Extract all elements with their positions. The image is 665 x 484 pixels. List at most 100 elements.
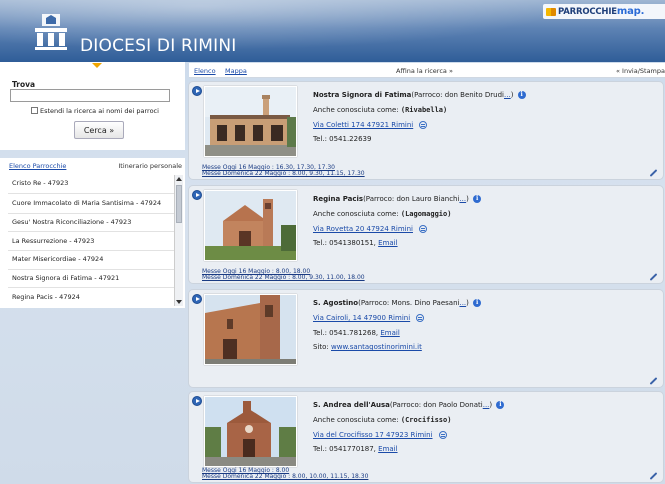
tab-personal-itinerary[interactable]: Itinerario personale [118, 162, 182, 170]
church-image-s-agostino [205, 295, 296, 364]
phone: Tel.: 0541770187, [313, 445, 379, 454]
list-item[interactable]: Nostra Signora di Fatima - 47921 [8, 270, 174, 289]
edit-pencil-icon[interactable] [649, 377, 658, 385]
parish-priest: (Parroco: don Paolo Donati [389, 401, 483, 409]
edit-pencil-icon[interactable] [649, 169, 658, 177]
church-photo[interactable] [204, 86, 297, 157]
mass-times: Messe Oggi 16 Maggio : 8.00, 18.00 Messe… [202, 268, 365, 282]
expand-play-icon[interactable] [192, 190, 202, 200]
tab-parish-list[interactable]: Elenco Parrocchie [9, 162, 66, 170]
list-scrollbar[interactable] [174, 175, 183, 306]
church-photo[interactable] [204, 396, 297, 467]
email-link[interactable]: Email [378, 445, 397, 453]
site-title[interactable]: DIOCESI DI RIMINI [80, 36, 236, 56]
parish-name[interactable]: Regina Pacis [313, 195, 363, 203]
list-item[interactable]: Gesu' Nostra Riconciliazione - 47923 [8, 214, 174, 233]
mass-times: Messe Oggi 16 Maggio : 8.00 Messe Domeni… [202, 467, 368, 481]
list-item[interactable]: La Ressurrezione - 47923 [8, 232, 174, 252]
parish-priest: (Parroco: don Benito Drudi [411, 91, 504, 99]
search-label: Trova [12, 80, 36, 89]
search-button[interactable]: Cerca » [74, 121, 124, 139]
church-image-fatima [205, 87, 296, 156]
parish-alias: (Rivabella) [400, 105, 448, 114]
parish-card: S. Andrea dell'Ausa(Parroco: don Paolo D… [188, 391, 664, 483]
parish-list: Cristo Re - 47923 Cuore Immacolato di Ma… [8, 175, 174, 306]
extend-search-checkbox[interactable] [31, 107, 38, 114]
parish-priest: (Parroco: don Lauro Bianchi [363, 195, 460, 203]
view-list-link[interactable]: Elenco [194, 67, 216, 75]
parish-alias: (Lagomaggio) [400, 209, 452, 218]
scroll-up-icon[interactable] [176, 177, 182, 181]
alias-prefix: Anche conosciuta come: [313, 105, 401, 114]
parish-card: Nostra Signora di Fatima(Parroco: don Be… [188, 81, 664, 180]
parish-alias: (Crocifisso) [400, 415, 452, 424]
route-icon[interactable] [419, 120, 428, 129]
parish-name[interactable]: S. Andrea dell'Ausa [313, 401, 390, 409]
priest-close-paren: ) [510, 91, 514, 99]
phone: Tel.: 0541.781268, [313, 328, 381, 337]
scroll-down-icon[interactable] [176, 300, 182, 304]
parish-name[interactable]: S. Agostino [313, 299, 358, 307]
church-photo[interactable] [204, 190, 297, 261]
parish-card: S. Agostino(Parroco: Mons. Dino Paesani.… [188, 289, 664, 388]
site-prefix: Sito: [313, 343, 331, 352]
parish-card: Regina Pacis(Parroco: don Lauro Bianchi.… [188, 185, 664, 284]
alias-prefix: Anche conosciuta come: [313, 415, 401, 424]
scroll-thumb[interactable] [176, 185, 182, 223]
expand-play-icon[interactable] [192, 294, 202, 304]
priest-close-paren: ) [489, 401, 493, 409]
list-item[interactable]: Cuore Immacolato di Maria Santisima - 47… [8, 194, 174, 214]
info-icon[interactable]: i [473, 195, 482, 203]
parish-info: Regina Pacis(Parroco: don Lauro Bianchi.… [313, 192, 482, 251]
expand-play-icon[interactable] [192, 86, 202, 96]
email-link[interactable]: Email [378, 239, 397, 247]
list-item[interactable]: Mater Misericordiae - 47924 [8, 251, 174, 270]
view-map-link[interactable]: Mappa [225, 67, 247, 75]
edit-pencil-icon[interactable] [649, 472, 658, 480]
mass-sunday-link[interactable]: Messe Domenica 22 Maggio : 8.00, 9.30, 1… [202, 171, 365, 178]
phone: Tel.: 0541.22639 [313, 135, 372, 144]
church-image-regina-pacis [205, 191, 296, 260]
mass-times: Messe Oggi 16 Maggio : 16.30, 17.30, 17.… [202, 164, 365, 178]
address-link[interactable]: Via Coletti 174 47921 Rimini [313, 121, 413, 129]
info-icon[interactable]: i [496, 401, 505, 409]
search-input[interactable] [10, 89, 170, 102]
parrocchiemap-logo[interactable]: PARROCCHIE map. [543, 4, 665, 19]
parish-name[interactable]: Nostra Signora di Fatima [313, 91, 411, 99]
refine-search-link[interactable]: Affina la ricerca » [396, 67, 453, 75]
list-item[interactable]: Regina Pacis - 47924 [8, 288, 174, 306]
priest-close-paren: ) [466, 299, 469, 307]
mass-sunday-link[interactable]: Messe Domenica 22 Maggio : 8.00, 10.00, … [202, 474, 368, 481]
address-link[interactable]: Via Cairoli, 14 47900 Rimini [313, 314, 410, 322]
search-panel: Trova Estendi la ricerca ai nomi dei par… [0, 62, 185, 150]
brand-text-part1: PARROCCHIE [558, 6, 617, 17]
collapse-arrow-icon[interactable] [92, 63, 102, 68]
route-icon[interactable] [418, 224, 427, 233]
info-icon[interactable]: i [517, 91, 526, 99]
church-photo[interactable] [204, 294, 297, 365]
send-print-link[interactable]: « Invia/Stampa [616, 67, 665, 75]
route-icon[interactable] [416, 313, 425, 322]
extend-search-label: Estendi la ricerca ai nomi dei parroci [40, 107, 159, 115]
list-tabs: Elenco Parrocchie Itinerario personale [0, 158, 185, 172]
parish-info: S. Agostino(Parroco: Mons. Dino Paesani.… [313, 296, 482, 355]
brand-flag-icon [546, 7, 556, 16]
alias-prefix: Anche conosciuta come: [313, 209, 401, 218]
brand-text-part2: map. [616, 6, 645, 17]
website-link[interactable]: www.santagostinorimini.it [331, 343, 422, 351]
priest-more-link[interactable]: ... [504, 91, 511, 99]
email-link[interactable]: Email [380, 329, 399, 337]
address-link[interactable]: Via Rovetta 20 47924 Rimini [313, 225, 413, 233]
parish-info: S. Andrea dell'Ausa(Parroco: don Paolo D… [313, 398, 505, 457]
info-icon[interactable]: i [473, 299, 482, 307]
mass-sunday-link[interactable]: Messe Domenica 22 Maggio : 8.00, 9.30, 1… [202, 275, 365, 282]
parish-priest: (Parroco: Mons. Dino Paesani [358, 299, 460, 307]
diocese-crest-icon[interactable] [34, 12, 68, 52]
parish-list-panel: Elenco Parrocchie Itinerario personale C… [0, 158, 185, 308]
edit-pencil-icon[interactable] [649, 273, 658, 281]
parish-info: Nostra Signora di Fatima(Parroco: don Be… [313, 88, 526, 147]
list-item[interactable]: Cristo Re - 47923 [8, 175, 174, 194]
address-link[interactable]: Via del Crocifisso 17 47923 Rimini [313, 431, 433, 439]
route-icon[interactable] [438, 430, 447, 439]
expand-play-icon[interactable] [192, 396, 202, 406]
